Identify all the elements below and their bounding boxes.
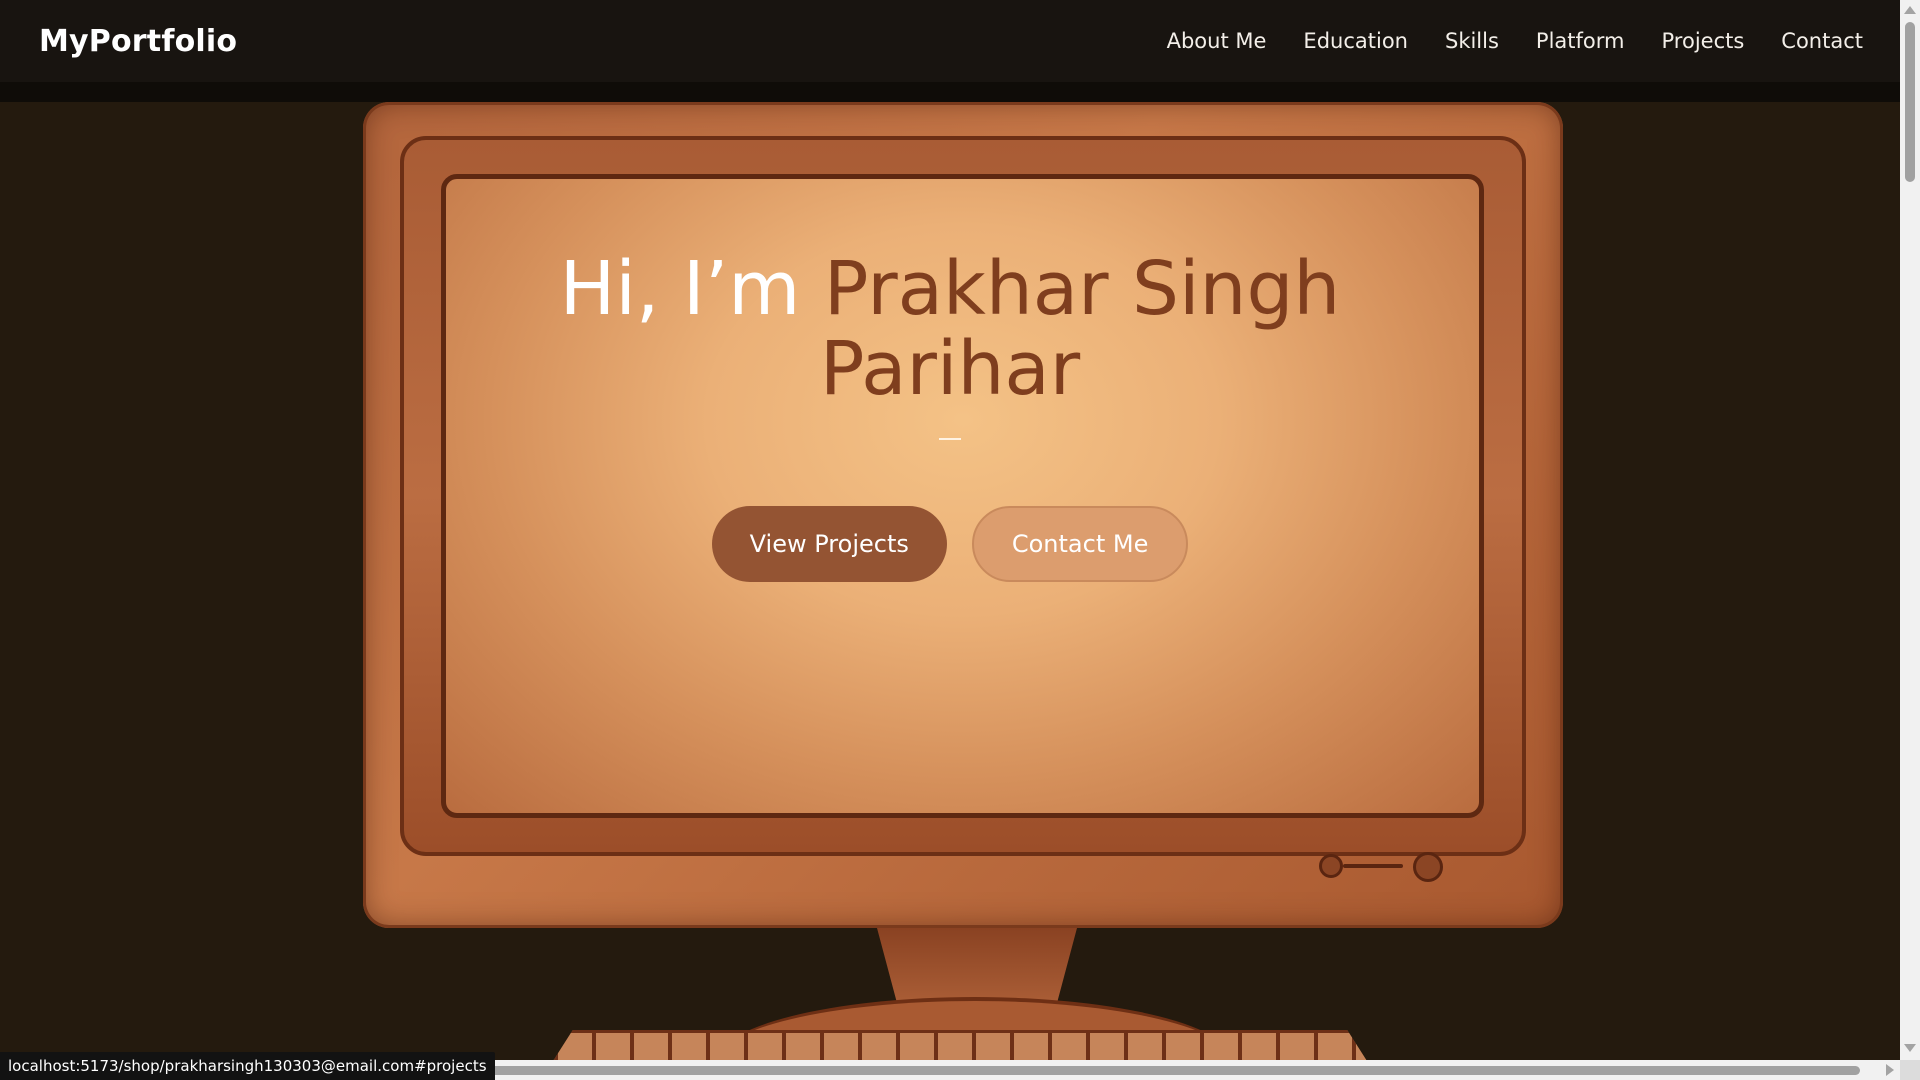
hero-content: Hi, I’m Prakhar Singh Parihar View Proje… — [0, 249, 1900, 582]
nav-link-platform[interactable]: Platform — [1536, 29, 1625, 53]
hero-title: Hi, I’m Prakhar Singh Parihar — [500, 249, 1400, 410]
title-divider — [939, 437, 961, 440]
keyboard — [520, 1030, 1400, 1062]
horizontal-scroll-thumb[interactable] — [430, 1066, 1860, 1075]
hero-buttons: View Projects Contact Me — [0, 505, 1900, 582]
scrollbar-corner — [1900, 1060, 1920, 1080]
navbar: MyPortfolio About Me Education Skills Pl… — [0, 0, 1900, 82]
hero-name: Prakhar Singh Parihar — [819, 246, 1341, 412]
link-status-bar: localhost:5173/shop/prakharsingh130303@e… — [0, 1052, 495, 1080]
vertical-scrollbar[interactable] — [1900, 0, 1920, 1060]
contact-me-button[interactable]: Contact Me — [971, 505, 1189, 582]
scroll-down-arrow-icon[interactable] — [1904, 1044, 1916, 1052]
nav-link-about-me[interactable]: About Me — [1167, 29, 1267, 53]
scroll-right-arrow-icon[interactable] — [1886, 1064, 1894, 1076]
monitor-knob-left — [1319, 854, 1343, 878]
brand-logo[interactable]: MyPortfolio — [39, 24, 237, 59]
view-projects-button[interactable]: View Projects — [711, 505, 947, 582]
vertical-scroll-thumb[interactable] — [1905, 22, 1915, 182]
nav-links: About Me Education Skills Platform Proje… — [1167, 29, 1863, 53]
monitor-knob-line — [1343, 864, 1403, 868]
nav-link-contact[interactable]: Contact — [1781, 29, 1863, 53]
nav-link-projects[interactable]: Projects — [1662, 29, 1745, 53]
nav-link-skills[interactable]: Skills — [1445, 29, 1499, 53]
nav-link-education[interactable]: Education — [1303, 29, 1408, 53]
hero-greeting: Hi, I’m — [559, 246, 824, 332]
hero-section: Hi, I’m Prakhar Singh Parihar View Proje… — [0, 102, 1900, 1062]
scroll-up-arrow-icon[interactable] — [1904, 6, 1916, 14]
navbar-shadow — [0, 82, 1900, 102]
monitor-knob-right — [1413, 852, 1443, 882]
